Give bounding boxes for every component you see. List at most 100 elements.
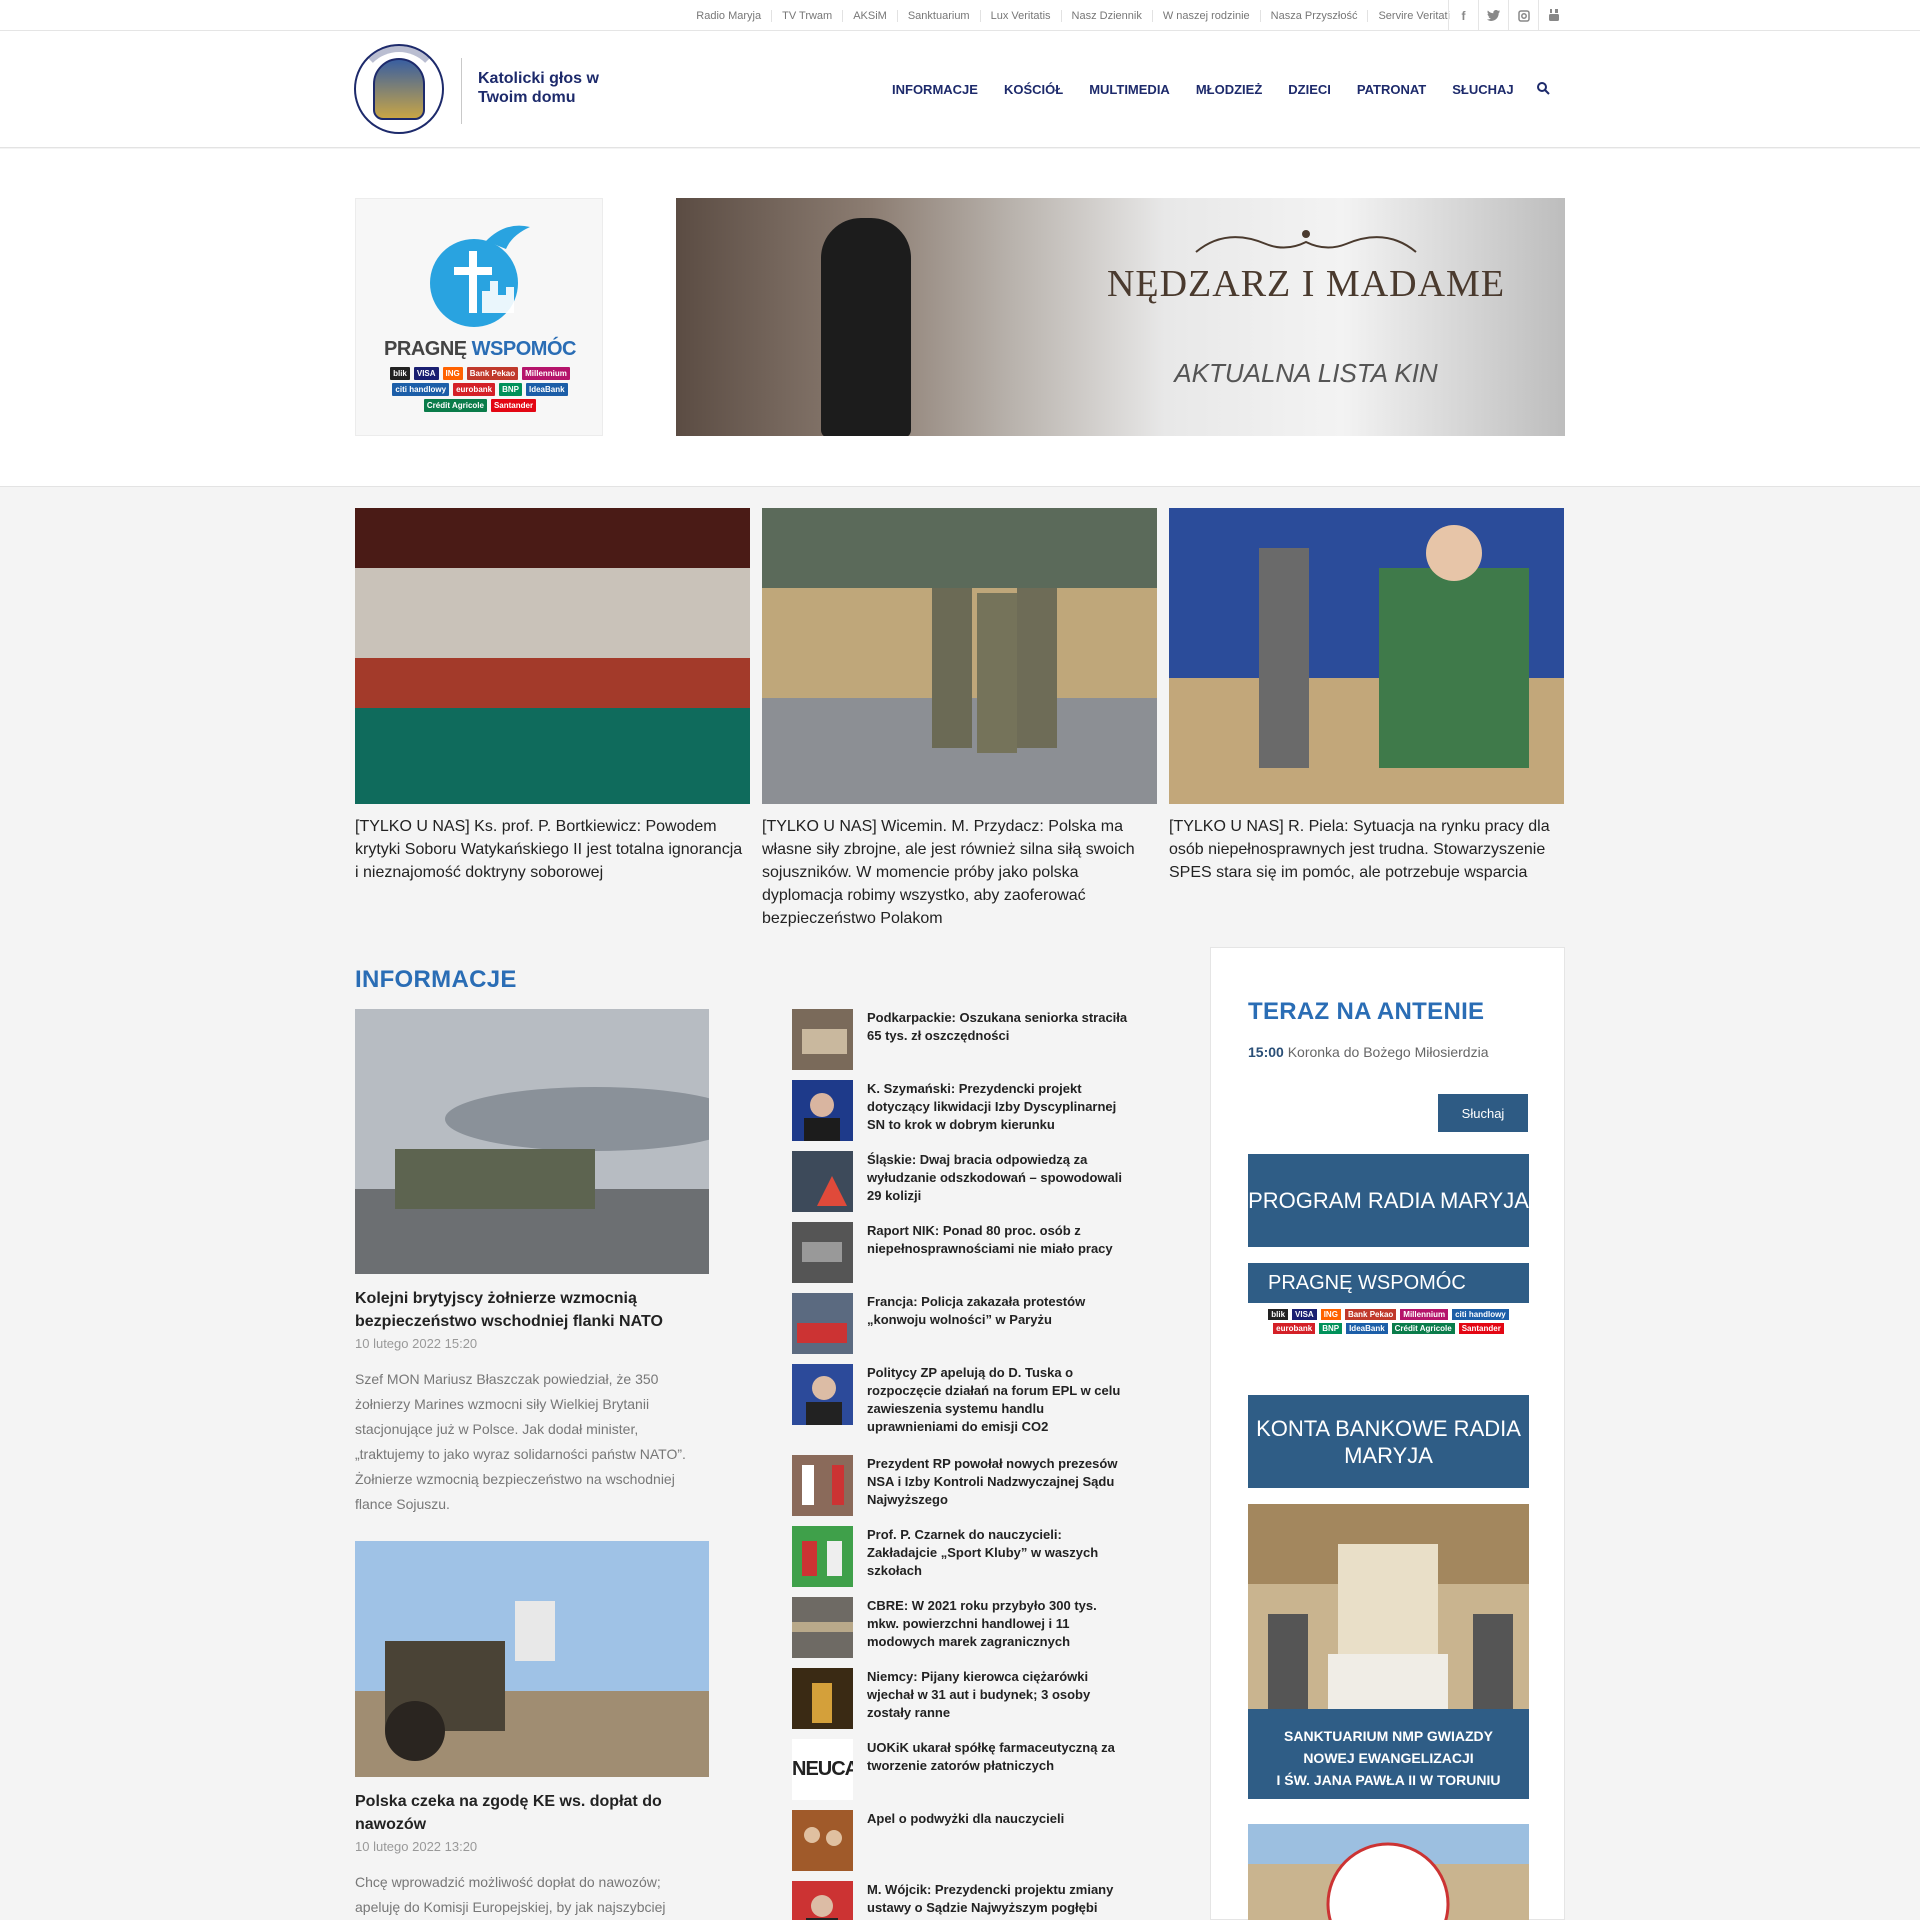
network-links: Radio Maryja TV Trwam AKSiM Sanktuarium … — [686, 0, 1460, 31]
bank-logo: Bank Pekao — [1344, 1309, 1397, 1320]
pragne-wspomoc-banner[interactable]: PRAGNĘ WSPOMÓC blik VISA ING Bank Pekao … — [355, 198, 603, 436]
site-header: Katolicki głos w Twoim domu INFORMACJE K… — [0, 31, 1920, 148]
search-icon[interactable] — [1537, 82, 1550, 95]
network-link-aksim[interactable]: AKSiM — [842, 9, 897, 22]
soldiers-photo — [762, 508, 1157, 804]
news-thumbnail — [792, 1455, 853, 1516]
sanctuary-banner[interactable]: SANKTUARIUM NMP GWIAZDY NOWEJ EWANGELIZA… — [1248, 1504, 1529, 1799]
article-title[interactable]: Kolejni brytyjscy żołnierze wzmocnią bez… — [355, 1287, 709, 1333]
news-thumbnail — [792, 1881, 853, 1920]
nav-sluchaj[interactable]: SŁUCHAJ — [1452, 82, 1513, 97]
bank-logo: Santander — [1458, 1323, 1504, 1334]
bank-logo: BNP — [1319, 1323, 1343, 1334]
bank-logo: VISA — [1292, 1309, 1317, 1320]
program-button[interactable]: PROGRAM RADIA MARYJA — [1248, 1154, 1529, 1247]
workshop-photo — [1169, 508, 1564, 804]
bank-logo: eurobank — [1273, 1323, 1316, 1334]
radio-maryja-logo[interactable] — [354, 44, 444, 134]
banner-strip: PRAGNĘ WSPOMÓC blik VISA ING Bank Pekao … — [0, 149, 1920, 487]
instagram-icon[interactable] — [1508, 0, 1538, 31]
news-thumbnail — [792, 1810, 853, 1871]
bank-logos: blik VISA ING Bank Pekao Millennium citi… — [364, 367, 596, 412]
news-thumbnail — [792, 1222, 853, 1283]
list-item-title[interactable]: CBRE: W 2021 roku przybyło 300 tys. mkw.… — [867, 1597, 1132, 1651]
network-link-servire-veritati[interactable]: Servire Veritati — [1367, 9, 1460, 22]
network-link-tv-trwam[interactable]: TV Trwam — [771, 9, 842, 22]
bank-logos: blik VISA ING Bank Pekao Millennium citi… — [1248, 1303, 1529, 1340]
section-title-informacje[interactable]: INFORMACJE — [355, 966, 517, 994]
network-link-nasza-przyszlosc[interactable]: Nasza Przyszłość — [1259, 9, 1368, 22]
news-thumbnail — [792, 1080, 853, 1141]
featured-article[interactable]: [TYLKO U NAS] R. Piela: Sytuacja na rynk… — [1169, 508, 1564, 884]
bank-logo: Crédit Agricole — [1391, 1323, 1455, 1334]
bank-logo: Crédit Agricole — [423, 399, 487, 412]
list-item-title[interactable]: Raport NIK: Ponad 80 proc. osób z niepeł… — [867, 1222, 1132, 1258]
list-item-title[interactable]: Prof. P. Czarnek do nauczycieli: Zakłada… — [867, 1526, 1132, 1580]
news-article[interactable]: Polska czeka na zgodę KE ws. dopłat do n… — [355, 1541, 709, 1920]
list-item-title[interactable]: Apel o podwyżki dla nauczycieli — [867, 1810, 1132, 1828]
list-item-title[interactable]: UOKiK ukarał spółkę farmaceutyczną za tw… — [867, 1739, 1132, 1775]
bank-logo: citi handlowy — [392, 383, 450, 396]
news-thumbnail — [792, 1526, 853, 1587]
on-air-program[interactable]: Koronka do Bożego Miłosierdzia — [1288, 1044, 1489, 1060]
nav-patronat[interactable]: PATRONAT — [1357, 82, 1426, 97]
news-article[interactable]: Kolejni brytyjscy żołnierze wzmocnią bez… — [355, 1009, 745, 1517]
bank-logo: IdeaBank — [526, 383, 568, 396]
network-link-nasz-dziennik[interactable]: Nasz Dziennik — [1060, 9, 1152, 22]
youtube-icon[interactable] — [1538, 0, 1568, 31]
list-item-title[interactable]: Prezydent RP powołał nowych prezesów NSA… — [867, 1455, 1132, 1509]
movie-figure-image — [821, 218, 911, 436]
featured-article[interactable]: [TYLKO U NAS] Wicemin. M. Przydacz: Pols… — [762, 508, 1157, 930]
facebook-icon[interactable]: f — [1448, 0, 1478, 31]
article-excerpt: Chcę wprowadzić możliwość dopłat do nawo… — [355, 1874, 666, 1915]
nav-informacje[interactable]: INFORMACJE — [892, 82, 978, 97]
pragne-title: PRAGNĘ WSPOMÓC — [384, 338, 576, 360]
news-thumbnail — [792, 1668, 853, 1729]
featured-title[interactable]: [TYLKO U NAS] R. Piela: Sytuacja na rynk… — [1169, 815, 1564, 884]
list-item-title[interactable]: Politycy ZP apelują do D. Tuska o rozpoc… — [867, 1364, 1132, 1436]
site-tagline: Katolicki głos w Twoim domu — [478, 70, 599, 106]
article-excerpt: Szef MON Mariusz Błaszczak powiedział, ż… — [355, 1371, 686, 1512]
article-date: 10 lutego 2022 15:20 — [355, 1336, 478, 1351]
movie-banner[interactable]: NĘDZARZ I MADAME AKTUALNA LISTA KIN — [676, 198, 1565, 436]
network-link-sanktuarium[interactable]: Sanktuarium — [896, 9, 980, 22]
council-photo — [355, 508, 750, 804]
bank-logo: Santander — [490, 399, 537, 412]
article-title[interactable]: Polska czeka na zgodę KE ws. dopłat do n… — [355, 1790, 709, 1836]
bank-logo: Millennium — [1400, 1309, 1449, 1320]
nav-mlodziez[interactable]: MŁODZIEŻ — [1196, 82, 1262, 97]
article-date: 10 lutego 2022 13:20 — [355, 1839, 478, 1854]
nav-multimedia[interactable]: MULTIMEDIA — [1089, 82, 1170, 97]
list-item-title[interactable]: K. Szymański: Prezydencki projekt dotycz… — [867, 1080, 1132, 1134]
main-navigation: INFORMACJE KOŚCIÓŁ MULTIMEDIA MŁODZIEŻ D… — [892, 31, 1540, 148]
nav-dzieci[interactable]: DZIECI — [1288, 82, 1331, 97]
featured-title[interactable]: [TYLKO U NAS] Wicemin. M. Przydacz: Pols… — [762, 815, 1157, 930]
news-thumbnail — [792, 1293, 853, 1354]
bank-logo: ING — [442, 367, 463, 380]
network-link-lux-veritatis[interactable]: Lux Veritatis — [979, 9, 1061, 22]
building-seal-banner[interactable] — [1248, 1824, 1529, 1920]
network-link-radio-maryja[interactable]: Radio Maryja — [686, 10, 771, 22]
list-item-title[interactable]: Niemcy: Pijany kierowca ciężarówki wjech… — [867, 1668, 1132, 1722]
top-bar: Radio Maryja TV Trwam AKSiM Sanktuarium … — [0, 0, 1920, 31]
network-link-w-naszej-rodzinie[interactable]: W naszej rodzinie — [1151, 9, 1260, 22]
bank-logo: BNP — [499, 383, 522, 396]
pragne-wspomoc-sidebar-banner[interactable]: PRAGNĘ WSPOMÓC blik VISA ING Bank Pekao … — [1248, 1263, 1529, 1363]
listen-button[interactable]: Słuchaj — [1438, 1094, 1528, 1132]
on-air-now: 15:00 Koronka do Bożego Miłosierdzia — [1248, 1044, 1488, 1060]
list-item-title[interactable]: Francja: Policja zakazała protestów „kon… — [867, 1293, 1132, 1329]
nav-kosciol[interactable]: KOŚCIÓŁ — [1004, 82, 1063, 97]
bank-logo: ING — [1320, 1309, 1341, 1320]
list-item-title[interactable]: Śląskie: Dwaj bracia odpowiedzą za wyłud… — [867, 1151, 1132, 1205]
list-item-title[interactable]: M. Wójcik: Prezydencki projektu zmiany u… — [867, 1881, 1132, 1920]
bank-logo: IdeaBank — [1346, 1323, 1388, 1334]
featured-article[interactable]: [TYLKO U NAS] Ks. prof. P. Bortkiewicz: … — [355, 508, 750, 884]
twitter-icon[interactable] — [1478, 0, 1508, 31]
tractor-photo — [355, 1541, 709, 1777]
list-item-title[interactable]: Podkarpackie: Oszukana seniorka straciła… — [867, 1009, 1132, 1045]
news-thumbnail — [792, 1364, 853, 1425]
bank-logo: eurobank — [453, 383, 496, 396]
featured-title[interactable]: [TYLKO U NAS] Ks. prof. P. Bortkiewicz: … — [355, 815, 750, 884]
bank-accounts-button[interactable]: KONTA BANKOWE RADIA MARYJA — [1248, 1395, 1529, 1488]
ornament-icon — [1195, 230, 1417, 253]
